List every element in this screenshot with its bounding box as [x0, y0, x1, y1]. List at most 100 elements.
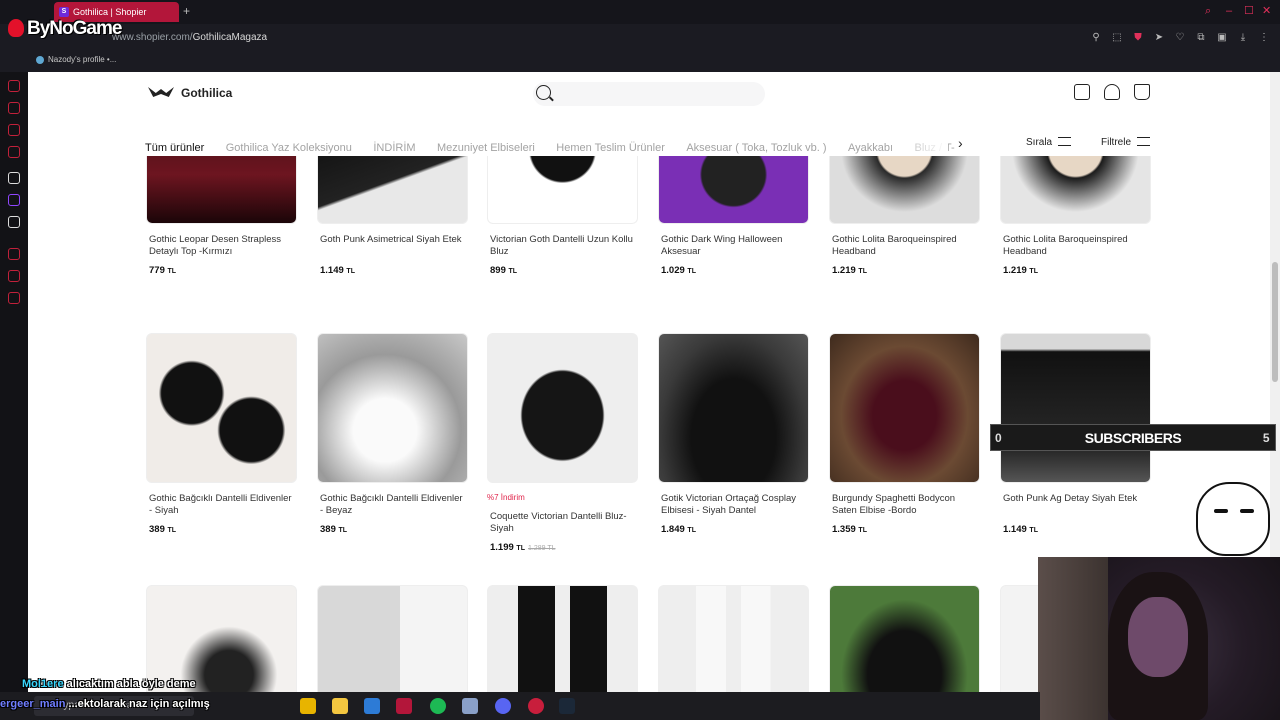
shipping-truck-icon[interactable] — [1074, 84, 1090, 100]
product-name[interactable]: Gothic Lolita Baroqueinspired Headband — [1000, 234, 1151, 258]
price-currency: TL — [687, 268, 696, 275]
price-value: 1.219 — [832, 265, 856, 276]
opera-gx-icon[interactable] — [396, 698, 412, 714]
download-icon[interactable]: ⤓ — [1237, 32, 1249, 44]
product-card[interactable]: Burgundy Spaghetti Bodycon Saten Elbise … — [829, 333, 980, 535]
url-path: GothilicaMagaza — [192, 32, 268, 43]
search-icon[interactable] — [536, 85, 551, 100]
minimize-icon[interactable]: – — [1226, 5, 1232, 17]
product-name[interactable]: Gothic Bağcıklı Dantelli Eldivenler - Be… — [317, 493, 468, 517]
filter-button[interactable]: Filtrele — [1101, 137, 1151, 148]
address-bar[interactable]: www.shopier.com/GothilicaMagaza ⚲ ⬚ ⛊ ➤ … — [0, 26, 1280, 50]
stream-logo-text: ByNoGame — [27, 18, 122, 39]
product-card[interactable]: Gotik Victorian Ortaçağ Cosplay Elbisesi… — [658, 333, 809, 535]
store-app-icon[interactable] — [300, 698, 316, 714]
bookmark-item[interactable]: Nazody's profile •... — [36, 55, 116, 64]
product-card[interactable]: %7 İndirim Coquette Victorian Dantelli B… — [487, 333, 638, 553]
history-icon[interactable] — [8, 80, 20, 92]
send-icon[interactable]: ➤ — [1153, 32, 1165, 44]
maximize-icon[interactable]: ☐ — [1244, 5, 1254, 17]
tab-accessories[interactable]: Aksesuar ( Toka, Tozluk vb. ) — [686, 142, 826, 154]
scroll-thumb[interactable] — [1272, 262, 1278, 382]
menu-icon[interactable]: ⋮ — [1258, 32, 1270, 44]
product-name[interactable]: Gothic Lolita Baroqueinspired Headband — [829, 234, 980, 258]
product-name[interactable]: Gothic Bağcıklı Dantelli Eldivenler - Si… — [146, 493, 297, 517]
pin-icon[interactable]: ⚲ — [1090, 32, 1102, 44]
chat-text: ...ektolarak naz için açılmış — [68, 698, 210, 710]
tab-discount[interactable]: İNDİRİM — [373, 142, 415, 154]
sort-button[interactable]: Sırala — [1026, 137, 1072, 148]
product-name[interactable]: Gotik Victorian Ortaçağ Cosplay Elbisesi… — [658, 493, 809, 517]
product-card[interactable]: Gothic Bağcıklı Dantelli Eldivenler - Be… — [317, 333, 468, 535]
tab-shoes[interactable]: Ayakkabı — [848, 142, 893, 154]
search-input[interactable] — [533, 82, 765, 106]
product-price: 779 TL — [146, 265, 297, 276]
product-image[interactable] — [829, 585, 980, 692]
steam-icon[interactable] — [559, 698, 575, 714]
x-icon[interactable] — [8, 216, 20, 228]
heart-icon[interactable]: ♡ — [1174, 32, 1186, 44]
tab-graduation-dresses[interactable]: Mezuniyet Elbiseleri — [437, 142, 535, 154]
product-image[interactable] — [829, 333, 980, 483]
cube-icon[interactable] — [8, 270, 20, 282]
messenger-icon[interactable] — [8, 124, 20, 136]
product-card[interactable] — [829, 585, 980, 692]
store-name: Gothilica — [181, 86, 233, 100]
discord-icon[interactable] — [495, 698, 511, 714]
clock-icon[interactable] — [8, 248, 20, 260]
product-card[interactable] — [146, 585, 297, 692]
app-icon[interactable] — [462, 698, 478, 714]
product-card[interactable] — [658, 585, 809, 692]
spotify-icon[interactable] — [430, 698, 446, 714]
news-icon[interactable] — [8, 146, 20, 158]
outlook-icon[interactable] — [364, 698, 380, 714]
extensions-icon[interactable]: ⧉ — [1195, 32, 1207, 44]
price-currency: TL — [346, 268, 355, 275]
product-image[interactable] — [658, 333, 809, 483]
product-card[interactable] — [487, 585, 638, 692]
tab-title: Gothilica | Shopier — [73, 7, 147, 17]
product-name[interactable]: Burgundy Spaghetti Bodycon Saten Elbise … — [829, 493, 980, 517]
close-icon[interactable]: ✕ — [1262, 5, 1271, 17]
product-name[interactable]: Gothic Leopar Desen Strapless Detaylı To… — [146, 234, 297, 258]
bag-icon[interactable] — [8, 102, 20, 114]
box-icon[interactable]: ▣ — [1216, 32, 1228, 44]
obs-icon[interactable] — [528, 698, 544, 714]
subscribers-right-count: 5 — [1262, 431, 1270, 445]
tab-bar: S Gothilica | Shopier + ⌕ – ☐ ✕ — [0, 0, 1280, 24]
chat-username: Mol1ere — [22, 678, 64, 690]
tab-immediate-delivery[interactable]: Hemen Teslim Ürünler — [556, 142, 665, 154]
product-price: 1.149 TL — [317, 265, 468, 276]
product-card[interactable] — [317, 585, 468, 692]
tab-all-products[interactable]: Tüm ürünler — [145, 142, 204, 154]
user-icon[interactable] — [1104, 84, 1120, 100]
shield-icon[interactable]: ⛊ — [1132, 32, 1144, 44]
product-name[interactable]: Victorian Goth Dantelli Uzun Kollu Bluz — [487, 234, 638, 258]
product-image[interactable] — [1000, 333, 1151, 483]
chevron-right-icon[interactable]: › — [958, 135, 963, 151]
twitch-icon[interactable] — [8, 194, 20, 206]
product-card[interactable]: Gothic Bağcıklı Dantelli Eldivenler - Si… — [146, 333, 297, 535]
product-image[interactable] — [317, 333, 468, 483]
folder-icon[interactable] — [332, 698, 348, 714]
arrow-icon[interactable] — [8, 172, 20, 184]
price-currency: TL — [167, 527, 177, 534]
product-image[interactable] — [146, 333, 297, 483]
product-name[interactable]: Goth Punk Asimetrical Siyah Etek — [317, 234, 468, 258]
product-image[interactable] — [487, 333, 638, 483]
new-tab-button[interactable]: + — [183, 5, 190, 17]
tab-summer-collection[interactable]: Gothilica Yaz Koleksiyonu — [226, 142, 352, 154]
product-name[interactable]: Gothic Dark Wing Halloween Aksesuar — [658, 234, 809, 258]
settings-icon[interactable] — [8, 292, 20, 304]
screenshot-icon[interactable]: ⬚ — [1111, 32, 1123, 44]
product-name[interactable]: Goth Punk Ag Detay Siyah Etek — [1000, 493, 1151, 517]
product-name[interactable]: Coquette Victorian Dantelli Bluz- Siyah — [487, 511, 638, 535]
product-image[interactable] — [146, 585, 297, 692]
shopping-bag-icon[interactable] — [1134, 84, 1150, 100]
product-image[interactable] — [487, 585, 638, 692]
product-image[interactable] — [317, 585, 468, 692]
store-brand[interactable]: Gothilica — [148, 86, 232, 100]
url-text[interactable]: www.shopier.com/GothilicaMagaza — [112, 32, 267, 43]
search-icon[interactable]: ⌕ — [1205, 5, 1211, 17]
product-image[interactable] — [658, 585, 809, 692]
